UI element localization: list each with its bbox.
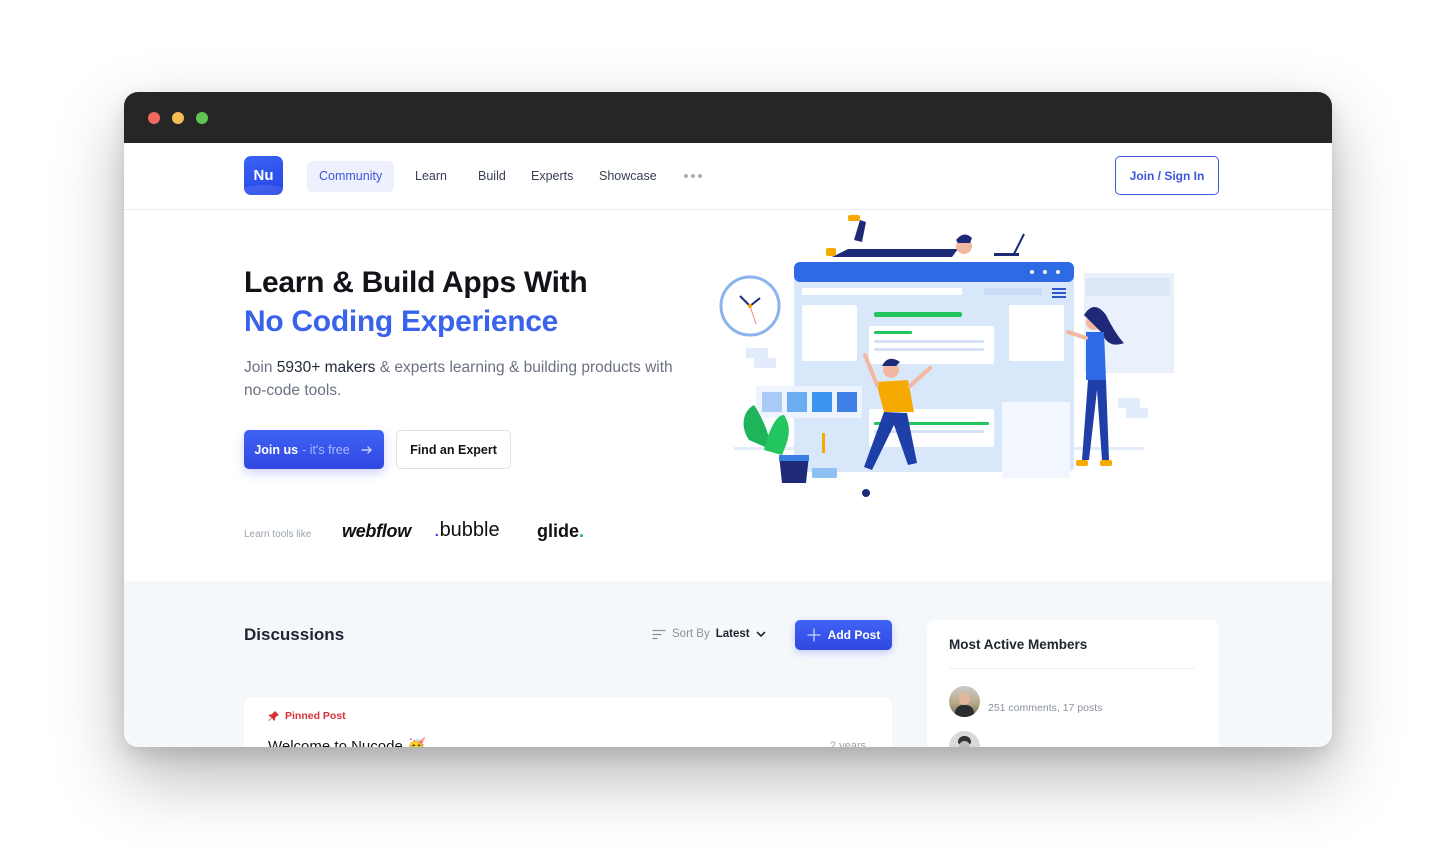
makers-count: 5930+ makers — [276, 359, 376, 376]
sort-icon — [652, 629, 666, 639]
post-title[interactable]: Welcome to Nucode 🥳 — [268, 737, 426, 747]
member-item[interactable] — [949, 731, 988, 747]
maximize-window-button[interactable] — [196, 112, 208, 124]
nav-community[interactable]: Community — [307, 161, 395, 192]
bubble-text: bubble — [439, 519, 500, 541]
tools-label: Learn tools like — [244, 529, 312, 540]
subtitle-prefix: Join — [244, 359, 277, 376]
avatar[interactable] — [949, 731, 980, 747]
clock-icon — [719, 275, 781, 337]
chevron-down-icon — [756, 631, 765, 637]
hero-subtitle: Join 5930+ makers & experts learning & b… — [244, 356, 684, 402]
discussions-section: Discussions Sort By Latest Add Post Pinn… — [124, 581, 1332, 747]
sort-label: Sort By — [672, 628, 710, 640]
close-window-button[interactable] — [148, 112, 160, 124]
members-title: Most Active Members — [949, 637, 1088, 652]
avatar[interactable] — [949, 686, 980, 717]
pinned-label: Pinned Post — [285, 710, 346, 722]
post-time: 2 years — [829, 740, 866, 747]
plus-icon — [807, 628, 821, 642]
hero-title-line1: Learn & Build Apps With — [244, 266, 588, 299]
pin-icon — [268, 711, 279, 721]
post-card[interactable]: Pinned Post Welcome to Nucode 🥳 2 years — [244, 697, 892, 747]
sort-dropdown[interactable]: Sort By Latest — [652, 628, 766, 640]
add-post-label: Add Post — [827, 628, 881, 642]
find-expert-button[interactable]: Find an Expert — [396, 430, 511, 469]
minimize-window-button[interactable] — [172, 112, 184, 124]
hero-section: Learn & Build Apps With No Coding Experi… — [124, 210, 1332, 581]
logo-text: Nu — [253, 167, 274, 184]
window-titlebar — [124, 92, 1332, 143]
add-post-button[interactable]: Add Post — [795, 620, 892, 650]
divider — [949, 668, 1195, 669]
join-signin-button[interactable]: Join / Sign In — [1115, 156, 1219, 195]
more-menu-icon[interactable] — [684, 174, 702, 178]
nav-learn[interactable]: Learn — [403, 161, 459, 192]
top-navbar: Nu Community Learn Build Experts Showcas… — [124, 143, 1332, 210]
bubble-logo: .bubble — [434, 519, 500, 542]
arrow-right-icon — [360, 445, 372, 454]
hero-illustration — [719, 215, 1174, 497]
glide-dot: . — [579, 521, 585, 541]
nav-build[interactable]: Build — [466, 161, 518, 192]
webflow-logo: webflow — [342, 521, 411, 541]
sort-value: Latest — [715, 628, 750, 640]
member-stats: 251 comments, 17 posts — [988, 701, 1103, 714]
join-label: Join us — [254, 442, 299, 457]
most-active-members-card: Most Active Members 251 comments, 17 pos… — [927, 620, 1219, 747]
free-label: - it's free — [302, 442, 350, 457]
person-lying-with-laptop — [826, 215, 1025, 257]
browser-window: Nu Community Learn Build Experts Showcas… — [124, 92, 1332, 747]
page: Nu Community Learn Build Experts Showcas… — [0, 0, 1456, 855]
nav-showcase[interactable]: Showcase — [587, 161, 669, 192]
hero-title-line2: No Coding Experience — [244, 305, 559, 338]
member-item[interactable]: 251 comments, 17 posts — [949, 686, 1102, 717]
discussions-title: Discussions — [244, 625, 345, 644]
nucode-logo[interactable]: Nu — [244, 156, 283, 195]
glide-logo: glide. — [537, 521, 584, 542]
join-free-button[interactable]: Join us - it's free — [244, 430, 384, 469]
pinned-badge: Pinned Post — [268, 710, 346, 722]
glide-text: glide — [537, 521, 580, 541]
app-window-illustration — [756, 262, 1074, 478]
nav-experts[interactable]: Experts — [519, 161, 585, 192]
